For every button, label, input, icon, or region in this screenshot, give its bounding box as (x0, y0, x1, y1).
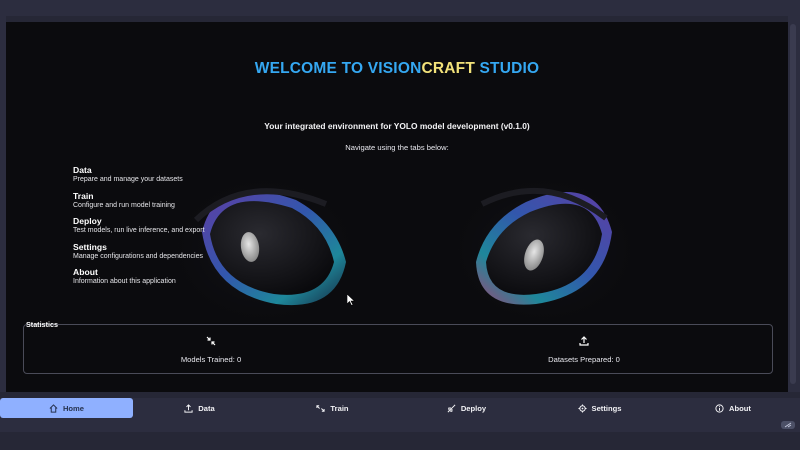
tab-descriptions: Data Prepare and manage your datasets Tr… (73, 165, 273, 293)
status-bar (0, 418, 800, 432)
statistics-group: Models Trained: 0 Datasets Prepared: 0 (23, 324, 773, 374)
tab-info-name: Deploy (73, 216, 102, 226)
tab-train-label: Train (330, 403, 349, 413)
tab-about[interactable]: About (666, 398, 800, 418)
tab-train[interactable]: Train (266, 398, 399, 418)
tab-data-label: Data (198, 403, 215, 413)
welcome-title-part3: STUDIO (475, 60, 540, 77)
home-panel: WELCOME TO VISIONCRAFT STUDIO Your integ… (6, 22, 788, 392)
tab-info-desc: Test models, run live inference, and exp… (73, 227, 205, 234)
mouse-cursor-icon (347, 294, 355, 306)
train-icon (316, 404, 326, 412)
upload-icon (184, 403, 193, 413)
compress-arrows-icon (206, 336, 216, 346)
tab-deploy[interactable]: Deploy (400, 398, 533, 418)
datasets-prepared-text: Datasets Prepared: 0 (548, 355, 620, 364)
tab-info-name: Train (73, 190, 94, 201)
tab-info-deploy: Deploy Test models, run live inference, … (73, 216, 273, 242)
info-icon (715, 403, 724, 413)
tab-data[interactable]: Data (133, 398, 266, 418)
rocket-icon (447, 404, 456, 412)
tab-info-data: Data Prepare and manage your datasets (73, 165, 273, 191)
gear-icon (577, 403, 587, 413)
tab-info-desc: Information about this application (73, 278, 176, 285)
tab-info-train: Train Configure and run model training (73, 191, 273, 217)
resize-grip-icon[interactable] (781, 421, 795, 429)
tab-settings[interactable]: Settings (533, 398, 666, 418)
stat-datasets-prepared: Datasets Prepared: 0 (484, 335, 684, 364)
tab-home-label: Home (62, 403, 85, 413)
tab-about-label: About (729, 403, 751, 413)
statistics-label: Statistics (26, 320, 58, 329)
upload-icon (579, 336, 589, 346)
tab-info-desc: Configure and run model training (73, 201, 175, 209)
home-icon (49, 403, 58, 413)
models-trained-text: Models Trained: 0 (180, 355, 242, 364)
tab-info-settings: Settings Manage configurations and depen… (73, 242, 273, 268)
tab-home[interactable]: Home (0, 398, 133, 418)
tab-info-about: About Information about this application (73, 267, 273, 293)
tab-info-desc: Manage configurations and dependencies (73, 252, 203, 260)
tab-settings-label: Settings (591, 403, 622, 413)
welcome-title-part2: CRAFT (421, 60, 475, 77)
bottom-tab-bar: Home Data Train Deploy Settings About (0, 398, 800, 418)
tab-info-name: Data (73, 165, 92, 175)
tab-info-name: Settings (73, 241, 107, 252)
scrollbar-thumb[interactable] (790, 24, 796, 384)
app-subtitle: Your integrated environment for YOLO mod… (264, 121, 530, 131)
welcome-title-part1: WELCOME TO VISION (254, 60, 422, 77)
window-top-bar (0, 0, 800, 16)
tab-info-desc: Prepare and manage your datasets (73, 176, 183, 183)
welcome-title: WELCOME TO VISIONCRAFT STUDIO (6, 60, 788, 78)
tab-info-name: About (73, 267, 98, 277)
navigation-hint: Navigate using the tabs below: (345, 143, 449, 152)
tab-deploy-label: Deploy (460, 403, 487, 413)
stat-models-trained: Models Trained: 0 (111, 335, 311, 364)
